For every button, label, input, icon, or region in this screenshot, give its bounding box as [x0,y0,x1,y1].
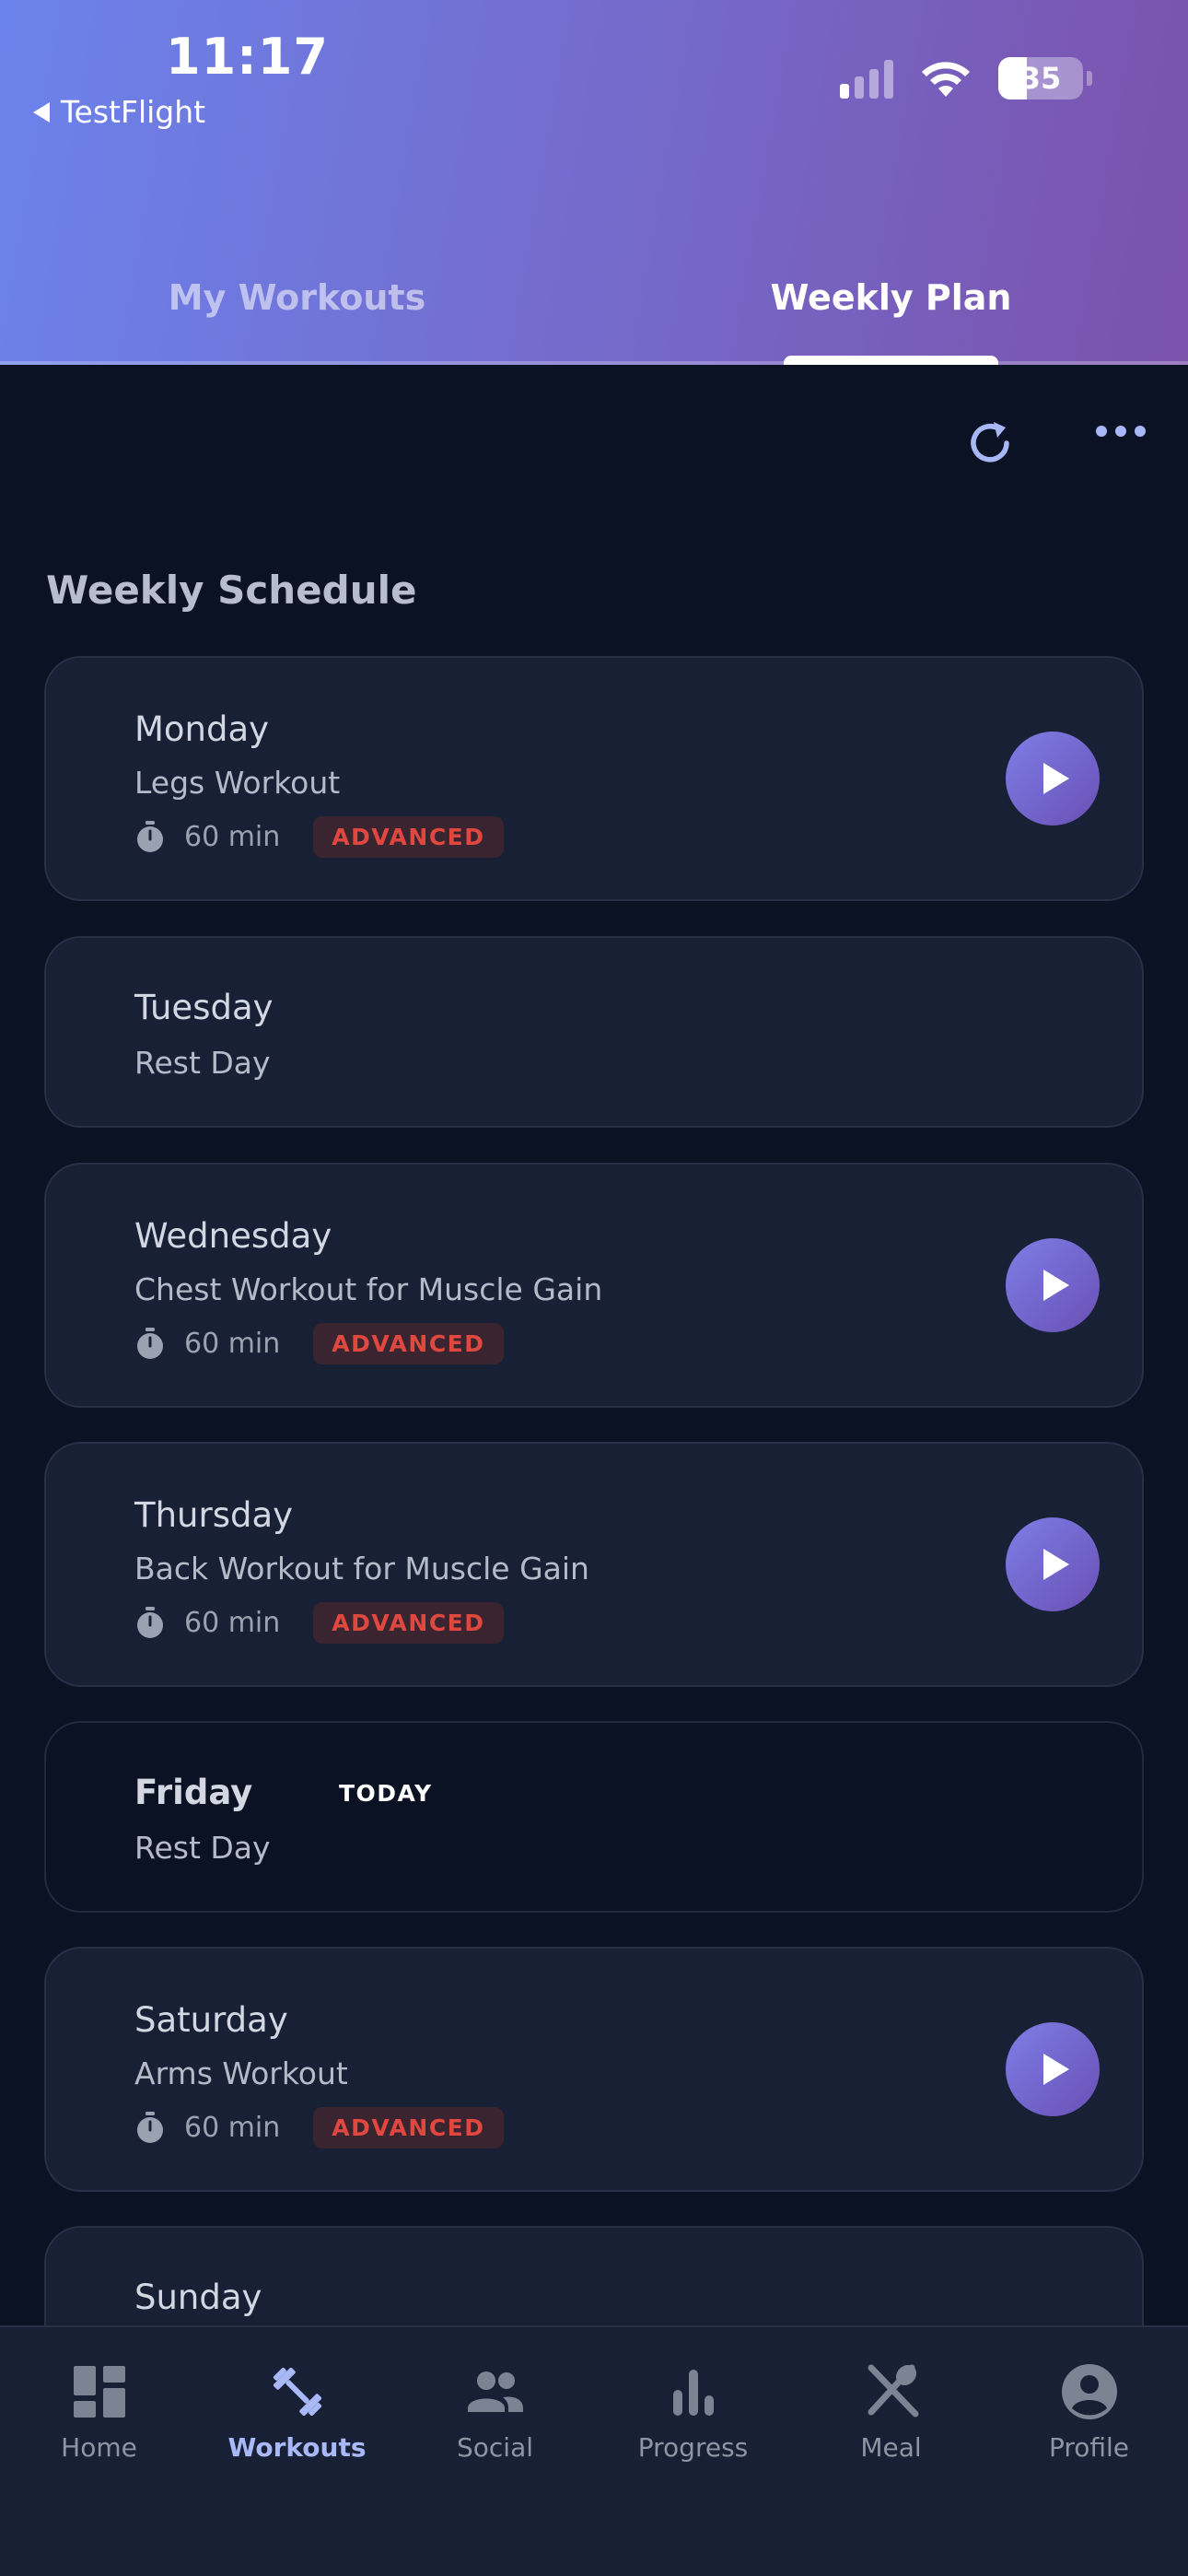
schedule-card-thursday[interactable]: Thursday Back Workout for Muscle Gain 60… [44,1442,1144,1687]
play-button[interactable] [1006,732,1100,825]
nav-social[interactable]: Social [396,2362,594,2491]
workout-meta: 60 min ADVANCED [134,816,504,858]
schedule-card-tuesday[interactable]: Tuesday Rest Day [44,936,1144,1128]
bar-chart-icon [672,2370,714,2416]
schedule-card-monday[interactable]: Monday Legs Workout 60 min ADVANCED [44,656,1144,901]
nav-label: Progress [637,2432,749,2463]
day-label: Saturday [134,2000,288,2040]
duration: 60 min [184,1328,281,1360]
level-badge: ADVANCED [313,816,504,858]
duration: 60 min [184,2112,281,2144]
status-time: 11:17 [166,28,329,86]
play-button[interactable] [1006,2022,1100,2116]
people-icon [467,2371,523,2412]
day-label: Sunday [134,2277,262,2317]
nav-label: Workouts [227,2432,367,2463]
day-label: Monday [134,709,270,749]
back-app-label: TestFlight [61,94,206,130]
nav-label: Home [61,2432,137,2463]
play-icon [1043,1549,1069,1580]
cellular-signal-icon [840,58,893,99]
tab-divider [0,361,1188,365]
workout-name: Rest Day [134,1830,271,1866]
more-icon[interactable] [1096,426,1146,437]
profile-icon [1061,2364,1117,2419]
day-label: Friday [134,1773,253,1812]
level-badge: ADVANCED [313,2107,504,2149]
stopwatch-icon [137,1327,163,1359]
stopwatch-icon [137,1606,163,1638]
play-button[interactable] [1006,1238,1100,1332]
nav-home[interactable]: Home [0,2362,198,2491]
nav-label: Profile [1048,2432,1130,2463]
nav-meal[interactable]: Meal [792,2362,990,2491]
schedule-card-wednesday[interactable]: Wednesday Chest Workout for Muscle Gain … [44,1163,1144,1408]
workout-meta: 60 min ADVANCED [134,1602,504,1644]
workout-meta: 60 min ADVANCED [134,1323,504,1364]
tab-weekly-plan[interactable]: Weekly Plan [594,249,1188,365]
play-icon [1043,1270,1069,1301]
schedule-card-saturday[interactable]: Saturday Arms Workout 60 min ADVANCED [44,1947,1144,2192]
header: 11:17 TestFlight 35 My Workouts Weekly P… [0,0,1188,365]
workout-meta: 60 min ADVANCED [134,2107,504,2149]
dumbbell-icon [273,2367,321,2417]
level-badge: ADVANCED [313,1323,504,1364]
level-badge: ADVANCED [313,1602,504,1644]
tab-my-workouts[interactable]: My Workouts [0,249,594,365]
back-arrow-icon [33,101,50,123]
back-to-testflight[interactable]: TestFlight [33,94,205,130]
play-button[interactable] [1006,1517,1100,1611]
play-icon [1043,763,1069,794]
workout-name: Rest Day [134,1045,271,1081]
workout-name: Arms Workout [134,2055,348,2091]
nav-label: Social [456,2432,533,2463]
day-label: Wednesday [134,1216,332,1256]
duration: 60 min [184,1607,281,1639]
day-label: Thursday [134,1495,294,1535]
tab-bar: My Workouts Weekly Plan [0,249,1188,365]
section-title: Weekly Schedule [46,568,417,613]
stopwatch-icon [137,820,163,852]
workout-name: Chest Workout for Muscle Gain [134,1271,603,1307]
today-badge: TODAY [339,1780,433,1807]
nav-profile[interactable]: Profile [990,2362,1188,2491]
nav-progress[interactable]: Progress [594,2362,792,2491]
day-label: Tuesday [134,988,274,1027]
status-icons: 35 [840,57,1092,100]
battery-icon: 35 [998,57,1083,100]
workout-name: Back Workout for Muscle Gain [134,1551,589,1587]
nav-workouts[interactable]: Workouts [198,2362,396,2491]
bottom-nav: Home Workouts Social Progress Meal Profi… [0,2325,1188,2576]
wifi-icon [922,62,970,97]
duration: 60 min [184,821,281,853]
battery-level: 35 [1019,61,1062,96]
stopwatch-icon [137,2111,163,2143]
workout-name: Legs Workout [134,765,341,801]
play-icon [1043,2054,1069,2085]
schedule-card-friday[interactable]: Friday TODAY Rest Day [44,1721,1144,1913]
utensils-icon [868,2364,918,2418]
refresh-icon[interactable] [963,416,1017,470]
nav-label: Meal [860,2432,922,2463]
home-icon [73,2366,125,2418]
